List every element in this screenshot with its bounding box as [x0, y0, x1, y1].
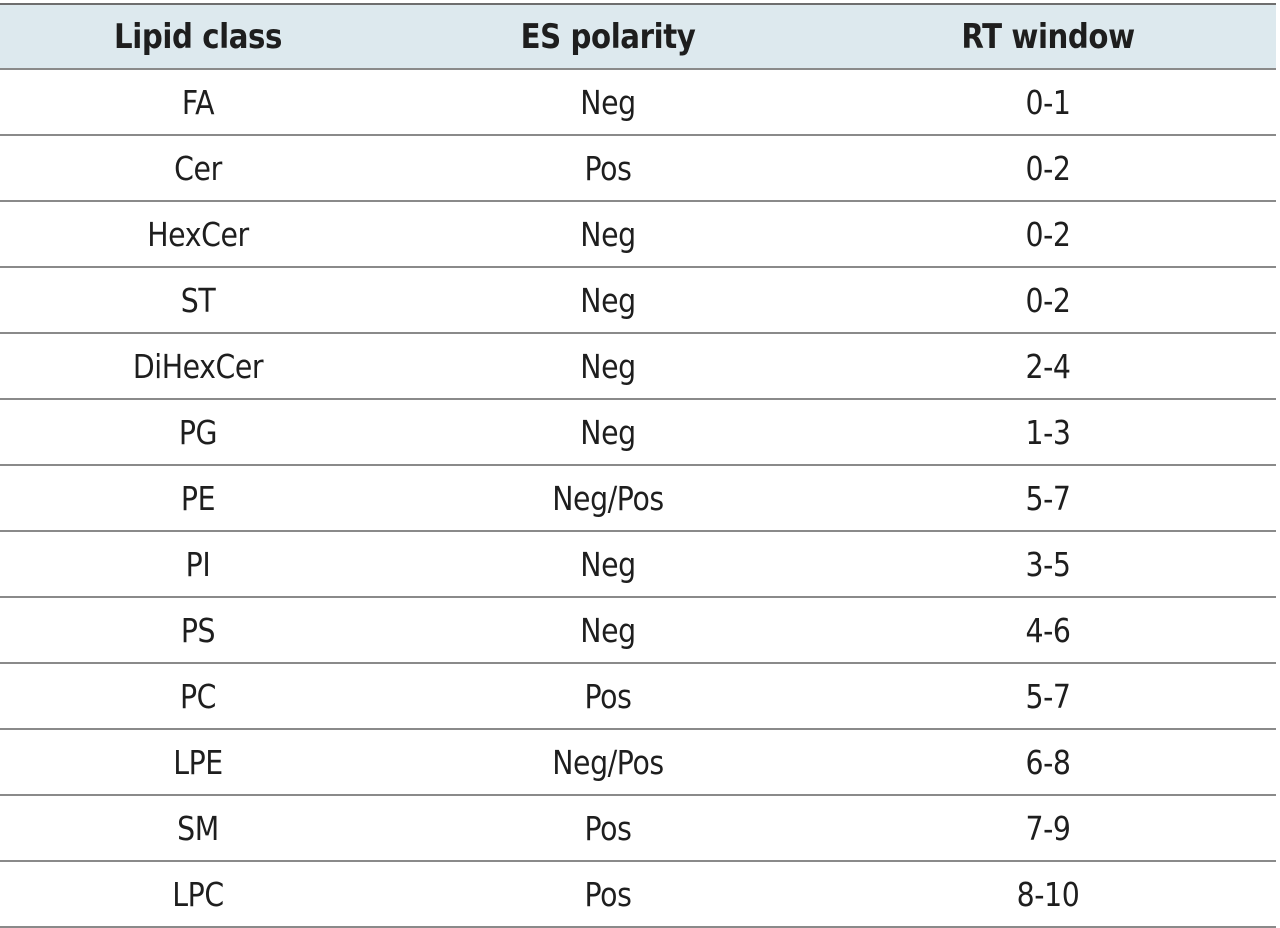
rt-window-cell: 7-9: [1025, 808, 1071, 848]
table-row: DiHexCer Neg 2-4: [0, 334, 1276, 400]
lipid-class-cell: PS: [180, 610, 216, 650]
lipid-class-cell: FA: [181, 82, 215, 122]
table-row: LPE Neg/Pos 6-8: [0, 730, 1276, 796]
rt-window-cell: 0-2: [1025, 214, 1071, 254]
lipid-class-cell: SM: [177, 808, 219, 848]
rt-window-cell: 5-7: [1025, 478, 1071, 518]
table-row: PI Neg 3-5: [0, 532, 1276, 598]
rt-window-cell: 2-4: [1025, 346, 1071, 386]
es-polarity-cell: Neg: [580, 346, 636, 386]
rt-window-cell: 0-2: [1025, 148, 1071, 188]
lipid-class-cell: PG: [178, 412, 218, 452]
lipid-class-cell: PI: [185, 544, 211, 584]
es-polarity-cell: Neg: [580, 82, 636, 122]
es-polarity-cell: Pos: [584, 148, 632, 188]
lipid-class-cell: DiHexCer: [132, 346, 264, 386]
lipid-class-cell: Cer: [174, 148, 222, 188]
header-lipid-class: Lipid class: [114, 16, 282, 57]
table-row: SM Pos 7-9: [0, 796, 1276, 862]
rt-window-cell: 8-10: [1016, 874, 1080, 914]
rt-window-cell: 4-6: [1025, 610, 1071, 650]
rt-window-cell: 3-5: [1025, 544, 1071, 584]
lipid-class-cell: ST: [180, 280, 216, 320]
rt-window-cell: 6-8: [1025, 742, 1071, 782]
header-es-polarity: ES polarity: [520, 16, 696, 57]
rt-window-cell: 5-7: [1025, 676, 1071, 716]
es-polarity-cell: Neg: [580, 610, 636, 650]
lipid-class-cell: PC: [179, 676, 217, 716]
rt-window-cell: 1-3: [1025, 412, 1071, 452]
lipid-class-cell: LPE: [173, 742, 223, 782]
header-rt-window: RT window: [961, 16, 1135, 57]
table-row: PE Neg/Pos 5-7: [0, 466, 1276, 532]
rt-window-cell: 0-2: [1025, 280, 1071, 320]
es-polarity-cell: Neg: [580, 412, 636, 452]
table-row: HexCer Neg 0-2: [0, 202, 1276, 268]
table-row: ST Neg 0-2: [0, 268, 1276, 334]
lipid-class-cell: LPC: [172, 874, 224, 914]
lipid-class-cell: PE: [180, 478, 216, 518]
es-polarity-cell: Neg: [580, 280, 636, 320]
es-polarity-cell: Pos: [584, 808, 632, 848]
es-polarity-cell: Neg/Pos: [552, 742, 664, 782]
table-row: FA Neg 0-1: [0, 70, 1276, 136]
es-polarity-cell: Neg/Pos: [552, 478, 664, 518]
table-row: Cer Pos 0-2: [0, 136, 1276, 202]
table-row: PC Pos 5-7: [0, 664, 1276, 730]
es-polarity-cell: Neg: [580, 544, 636, 584]
table-row: PS Neg 4-6: [0, 598, 1276, 664]
table-row: PG Neg 1-3: [0, 400, 1276, 466]
rt-window-cell: 0-1: [1025, 82, 1071, 122]
es-polarity-cell: Pos: [584, 874, 632, 914]
lipid-class-cell: HexCer: [147, 214, 249, 254]
table-header-row: Lipid class ES polarity RT window: [0, 3, 1276, 70]
lipid-class-table: Lipid class ES polarity RT window FA Neg 0…: [0, 3, 1276, 928]
es-polarity-cell: Neg: [580, 214, 636, 254]
es-polarity-cell: Pos: [584, 676, 632, 716]
table-row: LPC Pos 8-10: [0, 862, 1276, 928]
